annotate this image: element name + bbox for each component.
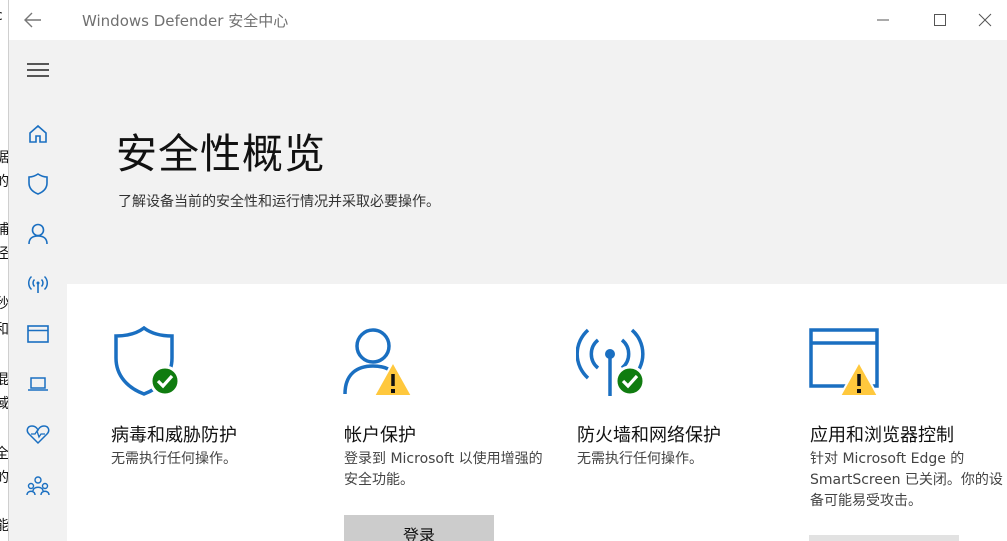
menu-icon — [27, 63, 49, 77]
card-title: 病毒和威胁防护 — [111, 425, 237, 446]
nav-device-security[interactable] — [23, 369, 53, 399]
browser-warning-icon — [809, 328, 880, 397]
minimize-icon — [877, 19, 889, 21]
card-title: 帐户保护 — [344, 425, 416, 446]
card-description: 无需执行任何操作。 — [111, 451, 237, 467]
nav-app-browser-control[interactable] — [23, 319, 53, 349]
card-account-protection[interactable]: 帐户保护 登录到 Microsoft 以使用增强的安全功能。 登录 — [343, 284, 563, 541]
main-content: 安全性概览 了解设备当前的安全性和运行情况并采取必要操作。 病毒和威胁防护 无需… — [67, 40, 1007, 541]
left-nav — [9, 40, 67, 541]
person-icon — [28, 223, 48, 245]
maximize-button[interactable] — [917, 6, 963, 34]
laptop-icon — [28, 377, 48, 391]
family-icon — [26, 476, 50, 496]
nav-virus-protection[interactable] — [23, 169, 53, 199]
card-title: 防火墙和网络保护 — [577, 425, 721, 446]
nav-menu-button[interactable] — [23, 55, 53, 85]
card-virus-protection[interactable]: 病毒和威胁防护 无需执行任何操作。 — [110, 284, 330, 541]
nav-family-options[interactable] — [23, 471, 53, 501]
window-title: Windows Defender 安全中心 — [82, 12, 289, 30]
defender-window: Windows Defender 安全中心 安全性概览 了解设备当前的安全性和运… — [8, 0, 1007, 541]
back-arrow-icon — [24, 12, 41, 28]
card-description: 无需执行任何操作。 — [577, 451, 703, 467]
sign-in-button[interactable]: 登录 — [344, 515, 494, 541]
wireless-ok-icon — [576, 328, 646, 397]
back-button[interactable] — [23, 8, 51, 32]
background-window-fragment: c 据 的 捕 径 秒 和 混 域 全 的 能 — [0, 0, 8, 541]
status-cards-panel: 病毒和威胁防护 无需执行任何操作。 帐户保护 登录到 Microsoft 以使用… — [67, 284, 1007, 541]
card-app-browser-control[interactable]: 应用和浏览器控制 针对 Microsoft Edge 的 SmartScreen… — [809, 284, 1007, 541]
shield-icon — [28, 173, 48, 195]
browser-window-icon — [27, 325, 49, 343]
shield-ok-icon — [114, 326, 181, 397]
page-title: 安全性概览 — [116, 130, 326, 178]
wireless-icon — [27, 275, 49, 293]
nav-home[interactable] — [23, 119, 53, 149]
title-bar: Windows Defender 安全中心 — [9, 0, 1007, 40]
nav-account-protection[interactable] — [23, 219, 53, 249]
close-icon — [978, 13, 992, 27]
home-icon — [29, 124, 47, 143]
nav-device-health[interactable] — [23, 419, 53, 449]
person-warning-icon — [343, 328, 414, 397]
card-action-button-partial[interactable] — [809, 535, 959, 541]
card-description: 针对 Microsoft Edge 的 SmartScreen 已关闭。你的设备… — [810, 451, 1003, 509]
minimize-button[interactable] — [860, 6, 906, 34]
card-description: 登录到 Microsoft 以使用增强的安全功能。 — [344, 451, 543, 488]
maximize-icon — [934, 14, 946, 26]
heart-health-icon — [26, 425, 50, 445]
nav-firewall[interactable] — [23, 269, 53, 299]
close-button[interactable] — [962, 6, 1007, 34]
card-title: 应用和浏览器控制 — [810, 425, 954, 446]
card-firewall[interactable]: 防火墙和网络保护 无需执行任何操作。 — [576, 284, 796, 541]
page-subtitle: 了解设备当前的安全性和运行情况并采取必要操作。 — [118, 194, 440, 210]
